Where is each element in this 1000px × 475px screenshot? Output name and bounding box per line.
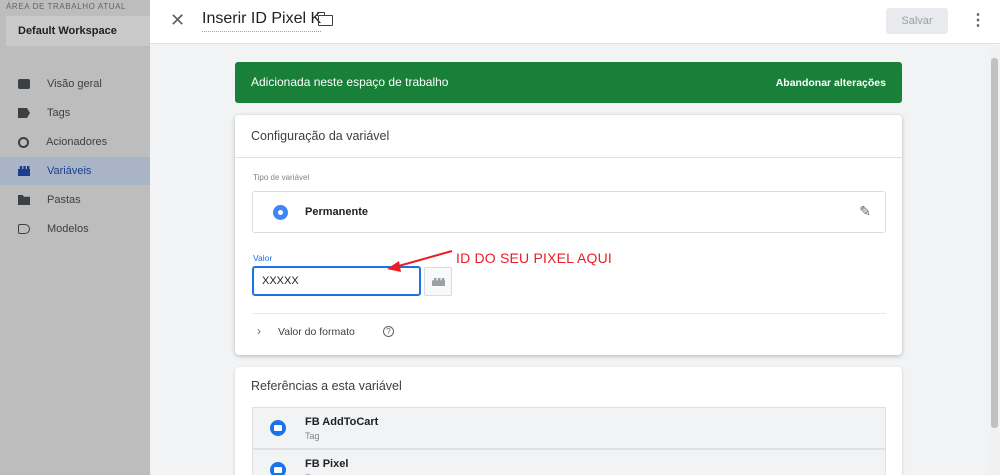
scrollbar-thumb[interactable] [991,58,998,428]
sidebar-item-triggers[interactable]: Acionadores [0,128,150,156]
overview-icon [18,79,30,89]
divider [252,313,886,314]
chevron-right-icon[interactable]: › [257,324,261,338]
variable-editor-panel: ✕ Inserir ID Pixel K Salvar ⋮ Adicionada… [150,0,1000,475]
reference-type: Tag [305,431,320,441]
list-item[interactable]: FB Pixel Tag [252,449,886,475]
sidebar-item-label: Modelos [47,223,89,235]
folder-icon[interactable] [317,12,333,26]
sidebar: ÁREA DE TRABALHO ATUAL Default Workspace… [0,0,156,475]
banner-text: Adicionada neste espaço de trabalho [251,75,449,89]
tag-icon [18,108,30,118]
tag-icon [270,420,286,436]
value-label: Valor [253,253,273,263]
help-icon[interactable]: ? [383,326,394,337]
annotation-text: ID DO SEU PIXEL AQUI [456,250,612,266]
workspace-name: Default Workspace [18,25,117,37]
list-item[interactable]: FB AddToCart Tag [252,407,886,449]
references-title: Referências a esta variável [251,379,402,393]
sidebar-item-variables[interactable]: Variáveis [0,157,150,185]
sidebar-item-templates[interactable]: Modelos [0,215,150,243]
references-card: Referências a esta variável FB AddToCart… [235,367,902,475]
template-icon [18,224,30,234]
variable-type-name: Permanente [305,206,368,218]
save-button[interactable]: Salvar [886,8,948,34]
reference-name: FB Pixel [305,458,349,470]
variable-bricks-icon [18,166,30,176]
more-options-icon[interactable]: ⋮ [970,10,986,30]
insert-variable-button[interactable] [424,267,452,296]
variable-name-title[interactable]: Inserir ID Pixel K [202,10,322,32]
sidebar-item-label: Visão geral [47,78,102,90]
edit-pencil-icon[interactable]: ✎ [859,203,871,220]
tag-icon [270,462,286,475]
variable-type-selector[interactable]: Permanente ✎ [252,191,886,233]
gear-icon [273,205,288,220]
close-icon[interactable]: ✕ [170,10,185,31]
trigger-icon [18,136,29,148]
reference-name: FB AddToCart [305,416,379,428]
value-input[interactable] [252,266,421,296]
sidebar-item-folders[interactable]: Pastas [0,186,150,214]
workspace-selector[interactable]: Default Workspace › [6,16,156,46]
editor-header: ✕ Inserir ID Pixel K Salvar ⋮ [150,0,1000,44]
variable-type-label: Tipo de variável [253,173,310,182]
sidebar-item-label: Variáveis [47,165,92,177]
folder-icon [18,195,30,205]
sidebar-item-tags[interactable]: Tags [0,99,150,127]
variable-bricks-icon [432,278,445,286]
card-title: Configuração da variável [251,129,390,143]
sidebar-item-overview[interactable]: Visão geral [0,70,150,98]
discard-changes-link[interactable]: Abandonar alterações [776,77,886,89]
divider [235,157,902,158]
format-value-toggle[interactable]: Valor do formato [278,326,355,338]
sidebar-item-label: Tags [47,107,71,119]
sidebar-item-label: Acionadores [46,136,108,148]
workspace-status-banner: Adicionada neste espaço de trabalho Aban… [235,62,902,103]
variable-config-card: Configuração da variável Tipo de variáve… [235,115,902,355]
workspace-label: ÁREA DE TRABALHO ATUAL [6,2,127,11]
sidebar-item-label: Pastas [47,194,81,206]
